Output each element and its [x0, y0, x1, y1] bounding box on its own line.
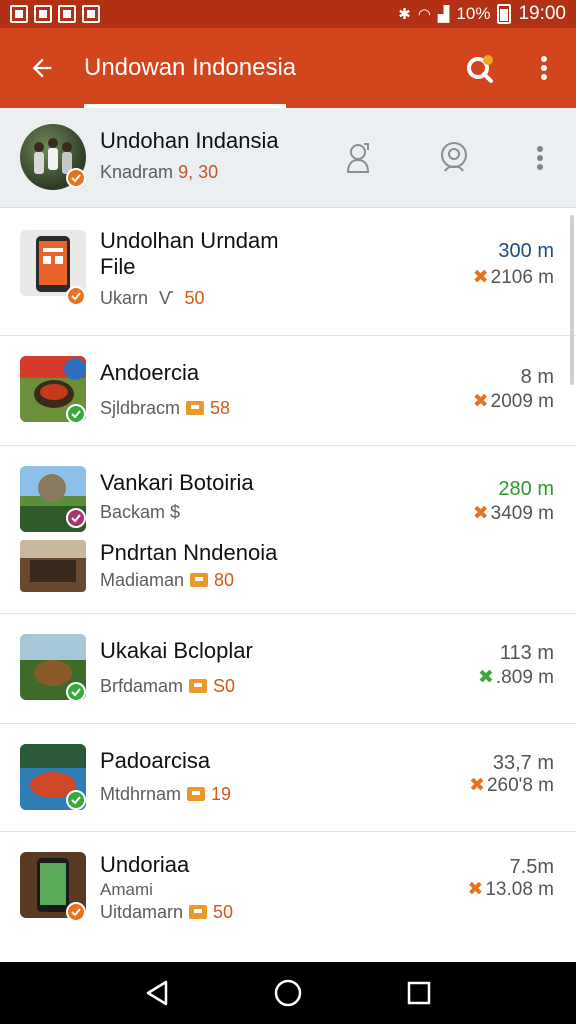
tab-title[interactable]: Undowan Indonesia [84, 28, 296, 108]
bag-icon [189, 905, 208, 919]
green-check-badge-icon [66, 682, 86, 702]
item-title: Undolhan Urndam File [100, 228, 279, 279]
item-subtitle: Brfdamam S0 [100, 676, 236, 696]
item-secondary-value: ✖ 13.08 m [467, 879, 554, 900]
item-title: Ukakai Bcloplar [100, 638, 253, 663]
triangle-back-icon [147, 980, 168, 1006]
item-subtitle: Madiaman 80 [100, 570, 235, 590]
warning-notification-icon [82, 5, 100, 23]
orange-check-badge-icon [66, 902, 86, 922]
item-secondary-value: ✖ 260'8 m [469, 775, 554, 796]
scrollbar[interactable] [570, 215, 574, 385]
nav-back-button[interactable] [137, 973, 177, 1013]
item-title: Undoriaa [100, 852, 190, 877]
bag-icon [187, 787, 206, 801]
image-notification-icon [58, 5, 76, 23]
circle-home-icon [274, 979, 302, 1007]
profile-name: Undohan Indansia [100, 128, 279, 153]
bag-icon [189, 679, 208, 693]
item-secondary-value: ✖ 2106 m [472, 267, 554, 288]
cross-icon: ✖ [467, 879, 484, 900]
cross-icon: ✖ [469, 775, 485, 796]
search-location-button[interactable] [448, 28, 512, 108]
system-icons: ✱ ◠ ▟ 10% 19:00 [398, 3, 566, 25]
item-subtitle-secondary: Amami [100, 880, 153, 899]
item-value: 280 m [498, 478, 554, 500]
screen: ✱ ◠ ▟ 10% 19:00 Undowan Indonesia Undoha… [0, 0, 576, 1024]
green-check-badge-icon [66, 404, 86, 424]
app-bar: Undowan Indonesia [0, 28, 576, 108]
interior-thumbnail [20, 540, 86, 592]
notification-icons [10, 5, 100, 23]
orange-check-badge-icon [66, 286, 86, 306]
profile-header[interactable]: Undohan Indansia Knadram 9, 30 [0, 108, 576, 208]
item-value: 7.5m [509, 856, 554, 878]
person-pin-icon [346, 143, 370, 173]
app-bar-actions [448, 28, 576, 108]
item-title: Pndrtan Nndenoia [100, 540, 278, 565]
item-secondary-value: ✖ 2009 m [472, 391, 554, 412]
purple-check-badge-icon [66, 508, 86, 528]
arrow-left-icon [32, 58, 52, 78]
signal-icon: ▟ [437, 6, 450, 23]
overflow-menu-button[interactable] [512, 28, 576, 108]
back-button[interactable] [0, 28, 84, 108]
bag-icon [186, 401, 205, 415]
green-check-badge-icon [66, 790, 86, 810]
list-item[interactable]: Undolhan Urndam File Ukarn Ѵ 50 300 m ✖ 2… [0, 208, 576, 336]
list-item[interactable]: Padoarcisa Mtdhrnam 19 33,7 m ✖ 260'8 m [0, 724, 576, 832]
item-secondary-value: ✖ 3409 m [472, 503, 554, 524]
profile-search-button[interactable] [430, 134, 478, 182]
item-value: 300 m [498, 240, 554, 262]
item-value: 33,7 m [492, 752, 554, 774]
list-item[interactable]: Andoercia Sjldbracm 58 8 m ✖ 2009 m [0, 336, 576, 446]
item-subtitle: Ukarn Ѵ 50 [100, 288, 205, 308]
system-navigation-bar [0, 962, 576, 1024]
bag-icon [190, 573, 209, 587]
square-recents-icon [407, 981, 430, 1005]
nav-home-button[interactable] [268, 973, 308, 1013]
item-value: 8 m [520, 366, 554, 388]
list-item[interactable]: Undoriaa Amami Uitdamarn 50 7.5m ✖ 13.08 m [0, 832, 576, 962]
wifi-icon: ◠ [417, 6, 431, 23]
item-value: 113 m [499, 642, 554, 664]
item-title: Andoercia [100, 360, 200, 385]
list-item[interactable]: Ukakai Bcloplar Brfdamam S0 113 m ✖ .809 m [0, 614, 576, 724]
item-subtitle: Backam $ [100, 502, 181, 522]
verified-badge-icon [66, 168, 86, 188]
contact-button[interactable] [334, 134, 382, 182]
nav-recents-button[interactable] [399, 973, 439, 1013]
item-title: Padoarcisa [100, 748, 211, 773]
item-title: Vankari Botoiria [100, 470, 254, 495]
more-vert-icon [537, 146, 543, 170]
bluetooth-icon: ✱ [398, 6, 411, 23]
profile-subtitle: Knadram 9, 30 [100, 162, 219, 182]
more-vert-icon [541, 56, 547, 80]
item-subtitle: Sjldbracm 58 [100, 398, 231, 418]
profile-more-button[interactable] [516, 134, 564, 182]
cross-icon: ✖ [472, 391, 489, 412]
cross-icon: ✖ [477, 667, 494, 688]
list-item[interactable]: Vankari Botoiria Backam $ 280 m ✖ 3409 m … [0, 446, 576, 614]
item-secondary-value: ✖ .809 m [477, 667, 554, 688]
clock: 19:00 [518, 3, 566, 24]
battery-icon [497, 4, 512, 24]
cross-icon: ✖ [472, 503, 489, 524]
search-icon [467, 55, 493, 83]
page-title: Undowan Indonesia [84, 54, 297, 81]
item-subtitle: Mtdhrnam 19 [100, 784, 232, 804]
battery-percent: 10% [456, 4, 491, 23]
notification-icon [10, 5, 28, 23]
status-bar: ✱ ◠ ▟ 10% 19:00 [0, 0, 576, 28]
item-subtitle: Uitdamarn 50 [100, 902, 234, 922]
notification-icon [34, 5, 52, 23]
cross-icon: ✖ [472, 267, 489, 288]
search-person-icon [441, 142, 467, 172]
